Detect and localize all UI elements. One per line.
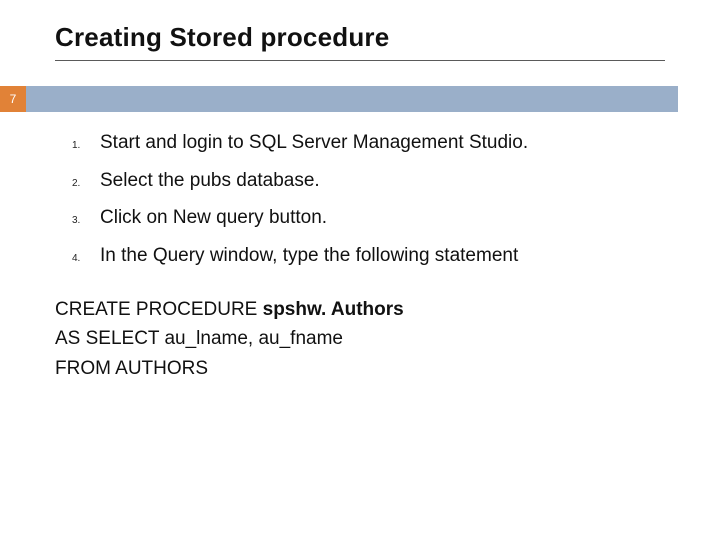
step-number: 4. <box>72 246 100 264</box>
header-band: 7 <box>0 86 720 112</box>
header-bar <box>26 86 678 112</box>
code-text: CREATE PROCEDURE <box>55 299 263 320</box>
slide-title: Creating Stored procedure <box>55 22 389 53</box>
step-text: Click on New query button. <box>100 205 327 231</box>
step-number: 2. <box>72 171 100 189</box>
step-text: Start and login to SQL Server Management… <box>100 130 528 156</box>
page-number-badge: 7 <box>0 86 26 112</box>
list-item: 2. Select the pubs database. <box>72 168 652 194</box>
list-item: 4. In the Query window, type the followi… <box>72 243 652 269</box>
title-underline <box>55 60 665 61</box>
step-text: In the Query window, type the following … <box>100 243 518 269</box>
code-line: FROM AUTHORS <box>55 354 404 383</box>
list-item: 1. Start and login to SQL Server Managem… <box>72 130 652 156</box>
step-text: Select the pubs database. <box>100 168 320 194</box>
sql-statement: CREATE PROCEDURE spshw. Authors AS SELEC… <box>55 295 404 383</box>
list-item: 3. Click on New query button. <box>72 205 652 231</box>
steps-list: 1. Start and login to SQL Server Managem… <box>72 130 652 281</box>
code-line: CREATE PROCEDURE spshw. Authors <box>55 295 404 324</box>
code-line: AS SELECT au_lname, au_fname <box>55 324 404 353</box>
step-number: 1. <box>72 133 100 151</box>
step-number: 3. <box>72 208 100 226</box>
procedure-name: spshw. Authors <box>263 299 404 320</box>
